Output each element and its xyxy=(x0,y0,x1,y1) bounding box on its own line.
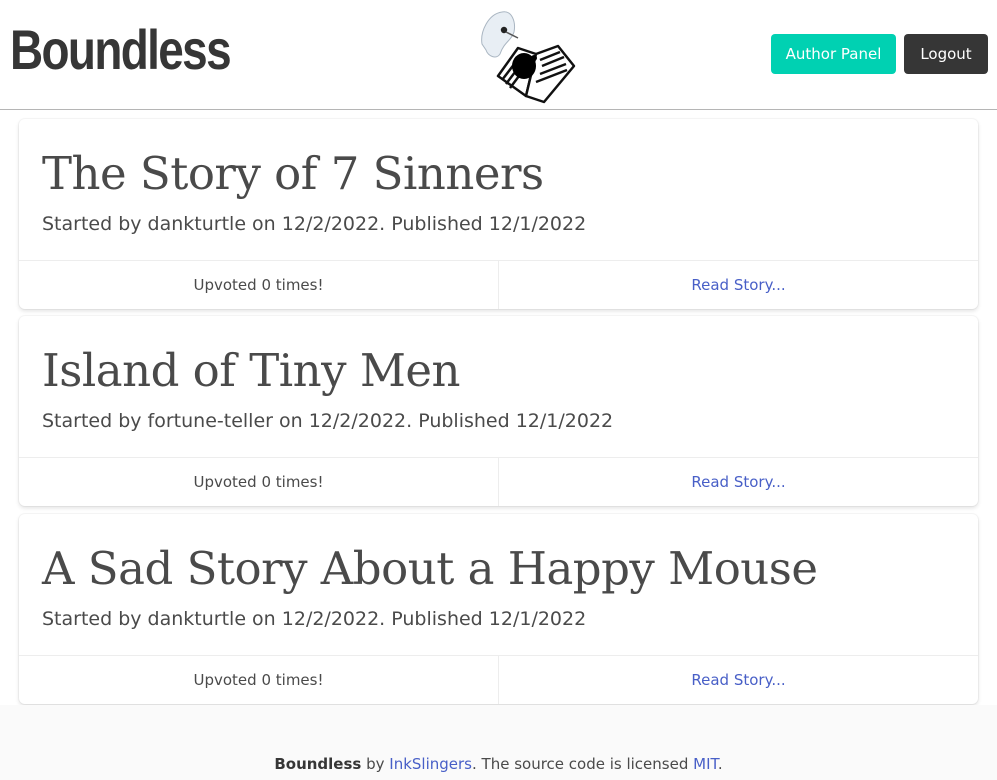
upvote-count: Upvoted 0 times! xyxy=(19,458,499,506)
page-footer: Boundless by InkSlingers. The source cod… xyxy=(0,705,997,780)
story-byline: Started by dankturtle on 12/2/2022. Publ… xyxy=(42,213,587,235)
footer-by: by xyxy=(361,755,390,773)
story-card: Island of Tiny Men Started by fortune-te… xyxy=(19,316,978,506)
story-card-footer: Upvoted 0 times! Read Story... xyxy=(19,655,978,704)
story-byline: Started by dankturtle on 12/2/2022. Publ… xyxy=(42,608,587,630)
upvote-count: Upvoted 0 times! xyxy=(19,656,499,704)
brand-title[interactable]: Boundless xyxy=(10,22,232,78)
story-card-footer: Upvoted 0 times! Read Story... xyxy=(19,457,978,506)
author-panel-button[interactable]: Author Panel xyxy=(771,34,896,74)
footer-middle: . The source code is licensed xyxy=(472,755,694,773)
story-byline: Started by fortune-teller on 12/2/2022. … xyxy=(42,410,614,432)
team-link[interactable]: InkSlingers xyxy=(389,755,472,773)
footer-brand: Boundless xyxy=(274,755,362,773)
story-title: A Sad Story About a Happy Mouse xyxy=(42,542,818,595)
story-title: Island of Tiny Men xyxy=(42,344,461,397)
license-link[interactable]: MIT xyxy=(693,755,718,773)
story-card-footer: Upvoted 0 times! Read Story... xyxy=(19,260,978,309)
logout-button[interactable]: Logout xyxy=(904,34,988,74)
story-title: The Story of 7 Sinners xyxy=(42,147,544,200)
footer-end: . xyxy=(717,755,723,773)
top-navbar: Boundless Author Panel Logout xyxy=(0,0,997,110)
ghost-book-logo-icon xyxy=(481,11,576,104)
footer-text: Boundless by InkSlingers. The source cod… xyxy=(0,755,997,773)
story-card: The Story of 7 Sinners Started by danktu… xyxy=(19,119,978,309)
read-story-link[interactable]: Read Story... xyxy=(499,458,978,506)
upvote-count: Upvoted 0 times! xyxy=(19,261,499,309)
story-card: A Sad Story About a Happy Mouse Started … xyxy=(19,514,978,704)
read-story-link[interactable]: Read Story... xyxy=(499,261,978,309)
read-story-link[interactable]: Read Story... xyxy=(499,656,978,704)
